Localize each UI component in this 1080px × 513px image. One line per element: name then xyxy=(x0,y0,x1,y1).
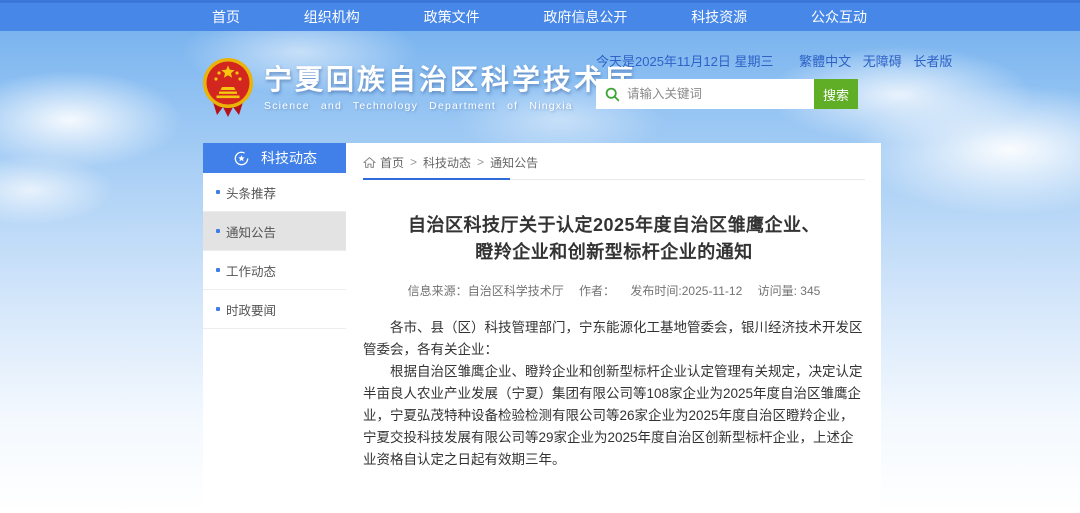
sidebar-item-label: 工作动态 xyxy=(226,261,276,280)
breadcrumb-rule xyxy=(363,179,865,180)
meta-source: 信息来源：自治区科学技术厅 xyxy=(408,284,564,298)
link-elderly-version[interactable]: 长者版 xyxy=(913,54,952,69)
sidebar-title: 科技动态 xyxy=(261,148,317,168)
sidebar-item-label: 时政要闻 xyxy=(226,300,276,319)
bullet-dot-icon xyxy=(216,268,220,272)
search-icon xyxy=(605,87,620,102)
sidebar-item-label: 头条推荐 xyxy=(226,183,276,202)
breadcrumb-home[interactable]: 首页 xyxy=(380,154,404,171)
search-box xyxy=(596,79,814,109)
breadcrumb-section[interactable]: 科技动态 xyxy=(423,154,471,171)
top-nav-items: 首页 组织机构 政策文件 政府信息公开 科技资源 公众互动 xyxy=(212,3,867,31)
link-accessibility[interactable]: 无障碍 xyxy=(863,54,902,69)
sidebar: 科技动态 头条推荐 通知公告 工作动态 时政要闻 xyxy=(203,143,346,329)
nav-item-gov-info-disclosure[interactable]: 政府信息公开 xyxy=(543,3,627,31)
nav-item-policy-documents[interactable]: 政策文件 xyxy=(424,3,480,31)
breadcrumb-separator: > xyxy=(410,155,417,169)
search-button[interactable]: 搜索 xyxy=(814,79,858,109)
article-paragraph-main: 根据自治区雏鹰企业、瞪羚企业和创新型标杆企业认定管理有关规定，决定认定半亩良人农… xyxy=(363,361,865,471)
bullet-dot-icon xyxy=(216,190,220,194)
sidebar-header: 科技动态 xyxy=(203,143,346,173)
site-title: 宁夏回族自治区科学技术厅 xyxy=(264,64,636,96)
top-nav: 首页 组织机构 政策文件 政府信息公开 科技资源 公众互动 xyxy=(0,0,1080,31)
sidebar-item-notices[interactable]: 通知公告 xyxy=(203,212,346,251)
meta-views: 访问量: 345 xyxy=(758,284,821,298)
article-paragraph-salutation: 各市、县（区）科技管理部门，宁东能源化工基地管委会，银川经济技术开发区管委会，各… xyxy=(363,317,865,361)
site-title-english: Science and Technology Department of Nin… xyxy=(264,100,636,112)
site-brand[interactable]: 宁夏回族自治区科学技术厅 Science and Technology Depa… xyxy=(202,57,636,119)
bullet-dot-icon xyxy=(216,229,220,233)
current-date: 今天是2025年11月12日 星期三 xyxy=(596,54,774,69)
national-emblem-logo xyxy=(202,57,254,119)
page: 首页 组织机构 政策文件 政府信息公开 科技资源 公众互动 xyxy=(0,0,1080,513)
sci-tech-news-icon xyxy=(233,150,250,167)
article-area: 首页 > 科技动态 > 通知公告 自治区科技厅关于认定2025年度自治区雏鹰企业… xyxy=(358,143,881,513)
content-panel: 科技动态 头条推荐 通知公告 工作动态 时政要闻 xyxy=(203,143,881,513)
home-icon xyxy=(363,156,376,169)
nav-item-public-interaction[interactable]: 公众互动 xyxy=(811,3,867,31)
search-input[interactable] xyxy=(627,81,814,107)
article-meta: 信息来源：自治区科学技术厅 作者： 发布时间:2025-11-12 访问量: 3… xyxy=(363,282,865,299)
header-top-links: 今天是2025年11月12日 星期三 繁體中文 无障碍 长者版 xyxy=(596,51,876,70)
bullet-dot-icon xyxy=(216,307,220,311)
link-traditional-chinese[interactable]: 繁體中文 xyxy=(799,54,851,69)
article-title: 自治区科技厅关于认定2025年度自治区雏鹰企业、瞪羚企业和创新型标杆企业的通知 xyxy=(363,212,865,266)
sidebar-item-current-politics[interactable]: 时政要闻 xyxy=(203,290,346,329)
meta-publish-date: 发布时间:2025-11-12 xyxy=(630,284,742,298)
search-bar: 搜索 xyxy=(596,79,858,109)
nav-item-organization[interactable]: 组织机构 xyxy=(304,3,360,31)
nav-item-home[interactable]: 首页 xyxy=(212,3,240,31)
sidebar-item-work-updates[interactable]: 工作动态 xyxy=(203,251,346,290)
site-brand-text: 宁夏回族自治区科学技术厅 Science and Technology Depa… xyxy=(264,64,636,112)
sidebar-item-label: 通知公告 xyxy=(226,222,276,241)
header-utility-area: 今天是2025年11月12日 星期三 繁體中文 无障碍 长者版 搜索 xyxy=(596,51,876,109)
breadcrumb-separator: > xyxy=(477,155,484,169)
nav-item-sci-tech-resources[interactable]: 科技资源 xyxy=(691,3,747,31)
meta-author: 作者： xyxy=(579,284,615,298)
article-body: 各市、县（区）科技管理部门，宁东能源化工基地管委会，银川经济技术开发区管委会，各… xyxy=(363,317,865,471)
site-header: 宁夏回族自治区科学技术厅 Science and Technology Depa… xyxy=(0,31,1080,143)
sidebar-item-headline-recommend[interactable]: 头条推荐 xyxy=(203,173,346,212)
breadcrumb: 首页 > 科技动态 > 通知公告 xyxy=(363,151,865,173)
breadcrumb-current: 通知公告 xyxy=(490,154,538,171)
